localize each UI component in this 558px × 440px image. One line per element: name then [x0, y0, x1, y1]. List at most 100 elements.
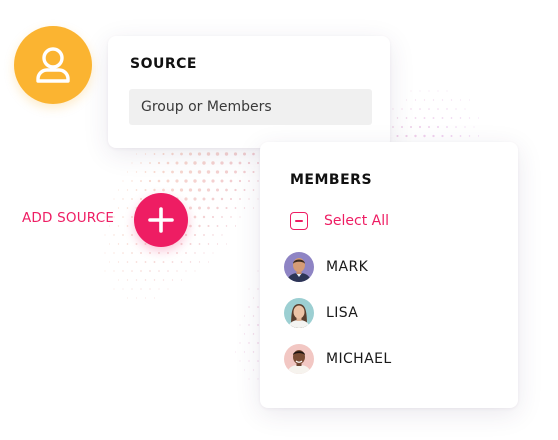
member-item-lisa[interactable]: LISA: [284, 298, 358, 328]
background-dot: [409, 125, 413, 129]
background-dot: [167, 270, 169, 272]
member-name: LISA: [326, 305, 359, 321]
background-dot: [184, 197, 188, 201]
background-dot: [252, 315, 255, 317]
add-source-label[interactable]: ADD SOURCE: [22, 210, 114, 226]
background-dot: [126, 207, 129, 209]
members-title: MEMBERS: [290, 172, 373, 188]
background-dot: [148, 251, 152, 255]
background-dot: [450, 135, 453, 137]
background-dot: [225, 188, 228, 192]
background-dot: [211, 179, 215, 183]
background-dot: [144, 171, 147, 173]
background-dot: [220, 161, 224, 165]
background-dot: [193, 197, 197, 201]
background-dot: [243, 170, 246, 174]
background-dot: [197, 188, 202, 192]
background-dot: [194, 252, 196, 254]
background-dot: [202, 161, 206, 165]
background-dot: [203, 252, 205, 254]
background-dot: [135, 261, 138, 263]
select-all-checkbox[interactable]: [290, 212, 308, 230]
background-dot: [257, 324, 259, 326]
source-input[interactable]: [129, 89, 372, 125]
background-dot: [243, 207, 246, 209]
background-dot: [423, 99, 426, 101]
background-dot: [243, 351, 246, 353]
background-dot: [166, 179, 170, 183]
user-icon: [36, 47, 70, 83]
background-dot: [135, 189, 138, 191]
background-dot: [198, 261, 201, 263]
background-dot: [184, 233, 188, 237]
background-dot: [234, 170, 237, 174]
background-dot: [224, 170, 229, 174]
member-item-mark[interactable]: MARK: [284, 252, 368, 282]
background-dot: [234, 207, 237, 209]
background-dot: [206, 152, 211, 156]
background-dot: [233, 152, 238, 156]
background-dot: [171, 279, 174, 281]
background-dot: [469, 99, 470, 101]
background-dot: [238, 161, 242, 165]
avatar-michael: [284, 344, 314, 374]
background-dot: [185, 252, 187, 254]
background-dot: [428, 108, 430, 110]
background-dot: [198, 243, 201, 245]
background-dot: [414, 117, 417, 119]
background-dot: [131, 162, 133, 164]
background-dot: [216, 225, 219, 227]
background-dot: [405, 99, 408, 101]
background-dot: [207, 206, 210, 210]
background-dot: [248, 342, 250, 344]
background-dot: [166, 251, 170, 255]
background-dot: [216, 206, 219, 210]
background-dot: [207, 224, 210, 228]
member-item-michael[interactable]: MICHAEL: [284, 344, 392, 374]
background-dot: [252, 351, 255, 353]
background-dot: [257, 288, 259, 290]
background-dot: [212, 252, 214, 254]
background-dot: [468, 117, 471, 119]
background-dot: [148, 179, 152, 183]
background-dot: [189, 243, 192, 245]
background-dot: [432, 117, 435, 119]
background-dot: [248, 378, 250, 380]
background-dot: [239, 324, 241, 326]
background-dot: [257, 162, 259, 164]
background-dot: [257, 180, 259, 182]
background-dot: [215, 152, 220, 156]
background-dot: [171, 152, 174, 156]
add-source-button[interactable]: [134, 193, 188, 247]
background-dot: [184, 161, 188, 165]
background-dot: [113, 198, 115, 200]
background-dot: [450, 117, 453, 119]
background-dot: [428, 90, 430, 92]
background-dot: [252, 152, 255, 156]
background-dot: [126, 225, 129, 227]
background-dot: [117, 243, 120, 245]
background-dot: [144, 261, 147, 263]
background-dot: [203, 234, 205, 236]
background-dot: [441, 99, 444, 101]
background-dot: [446, 90, 448, 92]
background-dot: [211, 161, 215, 165]
background-dot: [257, 360, 259, 362]
background-dot: [414, 99, 417, 101]
background-dot: [446, 126, 448, 128]
background-dot: [226, 243, 227, 245]
background-dot: [216, 188, 219, 192]
background-dot: [211, 215, 215, 219]
select-all-option[interactable]: Select All: [290, 212, 389, 230]
background-dot: [104, 234, 106, 236]
background-dot: [180, 279, 183, 281]
background-dot: [455, 126, 457, 128]
background-dot: [464, 108, 466, 110]
background-dot: [158, 288, 160, 290]
background-dot: [153, 170, 156, 174]
background-dot: [216, 243, 219, 245]
background-dot: [423, 117, 426, 119]
background-dot: [252, 207, 255, 209]
background-dot: [208, 261, 209, 263]
background-dot: [189, 261, 192, 263]
